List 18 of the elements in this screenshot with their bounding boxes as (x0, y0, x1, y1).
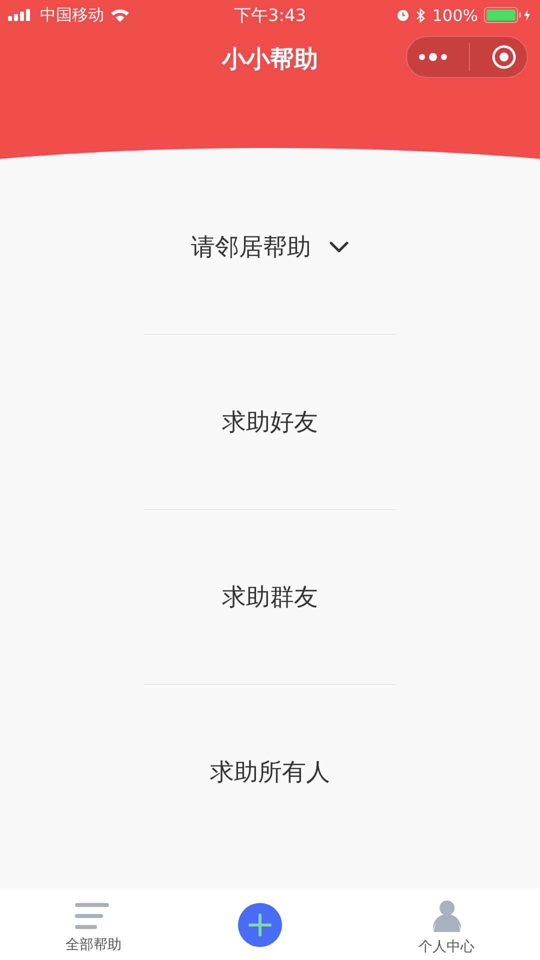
alarm-icon (396, 8, 410, 22)
more-icon[interactable] (418, 52, 448, 62)
help-option[interactable]: 求助所有人 (144, 685, 396, 859)
tab-label[interactable]: 个人中心 (418, 938, 475, 956)
help-option[interactable]: 请邻居帮助 (144, 160, 396, 334)
help-option[interactable]: 求助群友 (144, 510, 396, 684)
close-icon[interactable] (490, 44, 516, 70)
bluetooth-icon (416, 8, 426, 22)
carrier-name: 中国移动 (40, 4, 104, 26)
page-title: 小小帮助 (222, 44, 318, 75)
wifi-icon (110, 8, 130, 22)
status-time: 下午3:43 (234, 4, 306, 26)
add-button[interactable] (238, 903, 282, 947)
battery-icon (484, 7, 532, 23)
help-option[interactable]: 求助好友 (144, 335, 396, 509)
chevron-down-icon (329, 241, 349, 253)
tab-label[interactable]: 全部帮助 (65, 936, 122, 954)
battery-percent: 100% (432, 6, 478, 24)
